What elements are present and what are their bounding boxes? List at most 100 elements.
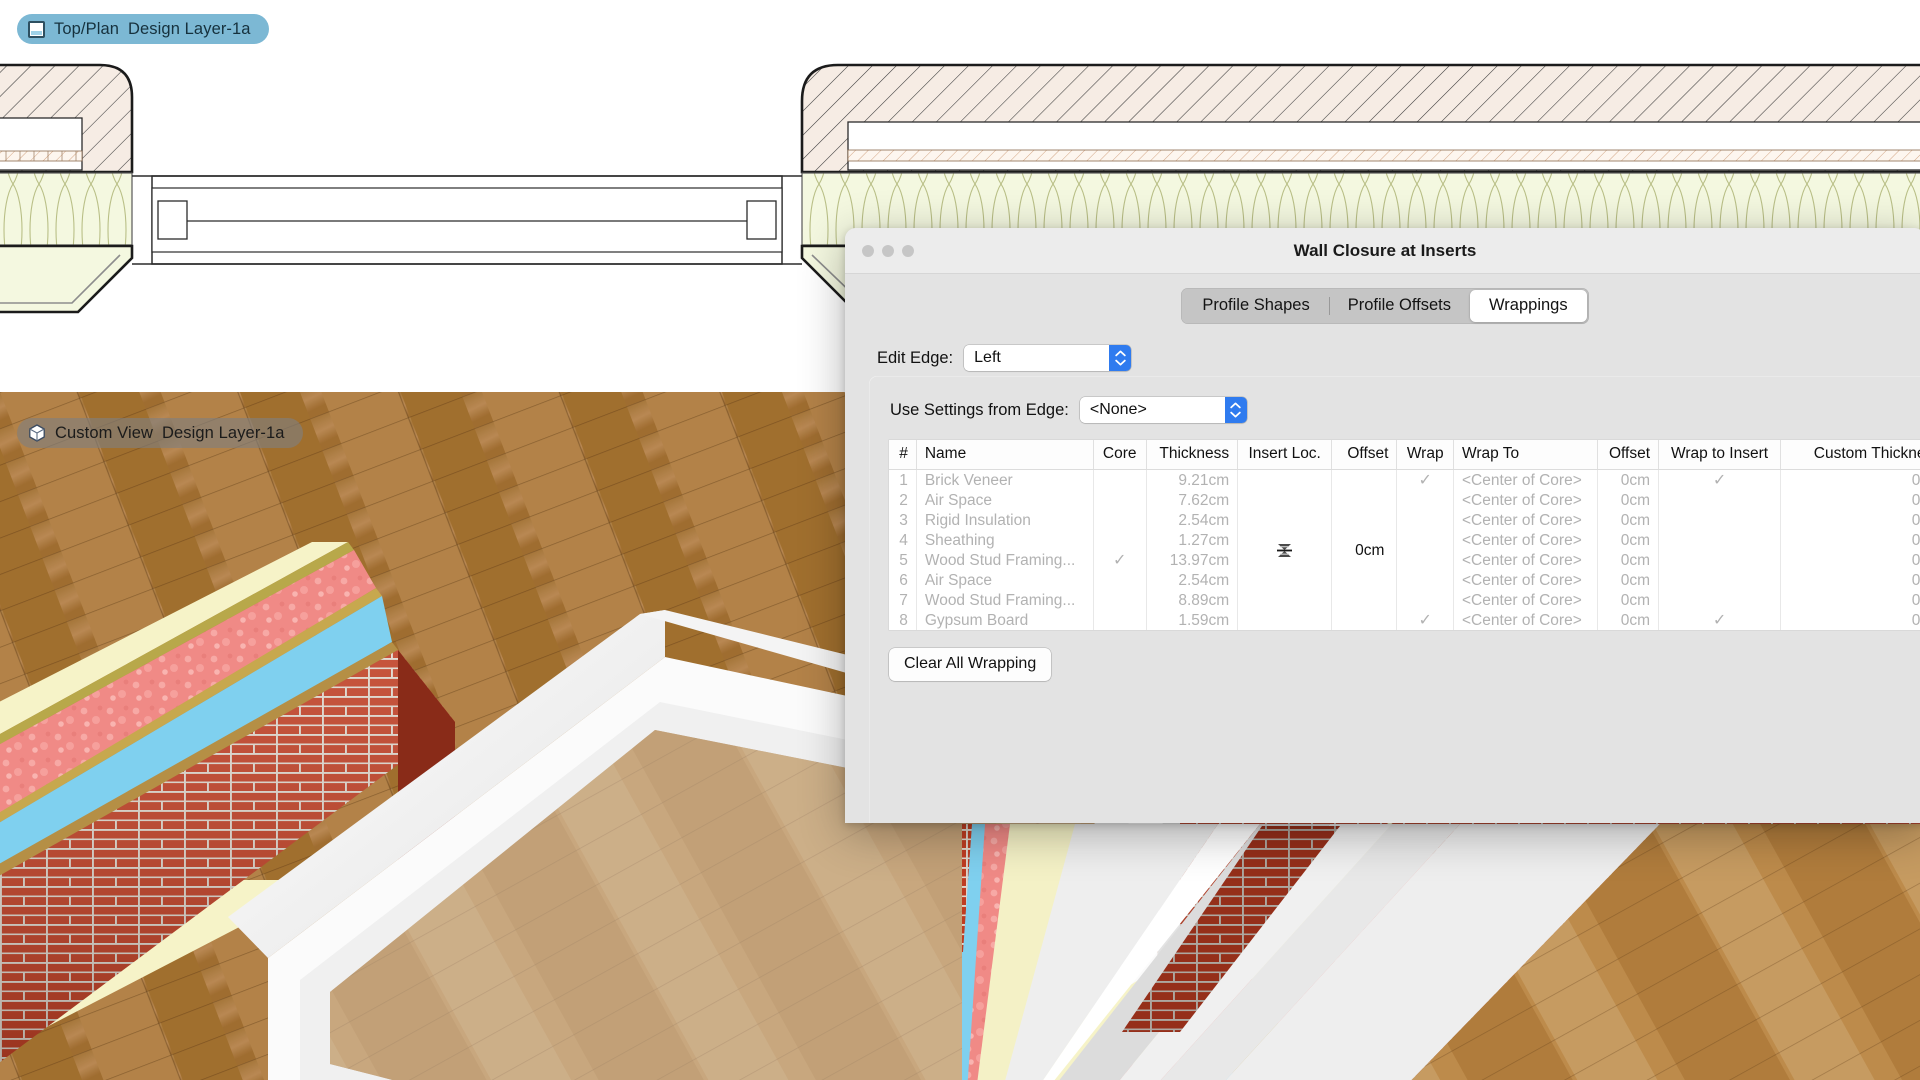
cell-core[interactable]: [1093, 490, 1147, 510]
cell-wrap-to-insert[interactable]: ✓: [1658, 610, 1782, 630]
cell-core[interactable]: [1093, 570, 1147, 590]
cell-thickness[interactable]: 13.97cm: [1146, 550, 1239, 570]
cell-custom-thickness[interactable]: 0cm: [1781, 530, 1920, 550]
col-thickness[interactable]: Thickness: [1146, 440, 1239, 470]
cell-wrap-to-insert[interactable]: [1658, 550, 1782, 570]
cell-thickness[interactable]: 1.59cm: [1146, 610, 1239, 630]
table-row[interactable]: 6 Air Space 2.54cm <Center of Core> 0cm …: [889, 570, 1920, 590]
cell-wrap[interactable]: [1396, 530, 1454, 550]
cell-wrap[interactable]: ✓: [1396, 469, 1454, 490]
edit-edge-value[interactable]: Left: [964, 345, 1110, 371]
col-core[interactable]: Core: [1093, 440, 1147, 470]
cell-core[interactable]: [1093, 610, 1147, 630]
col-offset-1[interactable]: Offset: [1331, 440, 1398, 470]
cell-name[interactable]: Sheathing: [916, 530, 1094, 550]
cell-custom-thickness[interactable]: 0cm: [1781, 570, 1920, 590]
dialog-titlebar[interactable]: Wall Closure at Inserts: [845, 228, 1920, 274]
cell-thickness[interactable]: 1.27cm: [1146, 530, 1239, 550]
cell-custom-thickness[interactable]: 0cm: [1781, 510, 1920, 530]
col-custom-thickness[interactable]: Custom Thickness: [1780, 440, 1920, 470]
cell-name[interactable]: Wood Stud Framing...: [916, 550, 1094, 570]
cell-offset-2[interactable]: 0cm: [1597, 610, 1660, 630]
cell-offset-2[interactable]: 0cm: [1597, 469, 1660, 490]
minimize-button[interactable]: [882, 244, 894, 257]
cell-wrap-to[interactable]: <Center of Core>: [1453, 610, 1598, 630]
cell-wrap[interactable]: ✓: [1396, 610, 1454, 630]
cell-wrap-to-insert[interactable]: [1658, 490, 1782, 510]
cell-name[interactable]: Gypsum Board: [916, 610, 1094, 630]
edit-edge-stepper-arrows[interactable]: [1109, 345, 1132, 371]
cell-offset-2[interactable]: 0cm: [1597, 490, 1660, 510]
cell-wrap-to[interactable]: <Center of Core>: [1453, 469, 1598, 490]
maximize-button[interactable]: [902, 244, 914, 257]
cell-name[interactable]: Rigid Insulation: [916, 510, 1094, 530]
table-row[interactable]: 7 Wood Stud Framing... 8.89cm <Center of…: [889, 590, 1920, 610]
cell-wrap-to-insert[interactable]: [1658, 510, 1782, 530]
use-settings-from-edge-value[interactable]: <None>: [1079, 397, 1225, 423]
cell-custom-thickness[interactable]: 0cm: [1781, 610, 1920, 630]
cell-core[interactable]: [1093, 469, 1147, 490]
cell-offset-2[interactable]: 0cm: [1597, 550, 1660, 570]
cell-wrap[interactable]: [1396, 590, 1454, 610]
wrappings-table-container[interactable]: # Name Core Thickness Insert Loc. Offset…: [889, 440, 1920, 630]
cell-offset-1[interactable]: 0cm: [1331, 469, 1398, 630]
cell-custom-thickness[interactable]: 0cm: [1781, 590, 1920, 610]
cell-offset-2[interactable]: 0cm: [1597, 530, 1660, 550]
cell-name[interactable]: Brick Veneer: [916, 469, 1094, 490]
col-insert-loc[interactable]: Insert Loc.: [1237, 440, 1333, 470]
cell-thickness[interactable]: 9.21cm: [1146, 469, 1239, 490]
cell-wrap-to-insert[interactable]: [1658, 590, 1782, 610]
wall-closure-dialog[interactable]: Wall Closure at Inserts Profile Shapes P…: [845, 228, 1920, 823]
cell-thickness[interactable]: 7.62cm: [1146, 490, 1239, 510]
cell-custom-thickness[interactable]: 0cm: [1781, 550, 1920, 570]
cell-core[interactable]: [1093, 590, 1147, 610]
cell-wrap-to-insert[interactable]: [1658, 530, 1782, 550]
table-row[interactable]: 4 Sheathing 1.27cm <Center of Core> 0cm …: [889, 530, 1920, 550]
cell-wrap[interactable]: [1396, 570, 1454, 590]
col-name[interactable]: Name: [916, 440, 1094, 470]
cell-name[interactable]: Air Space: [916, 570, 1094, 590]
cell-wrap[interactable]: [1396, 490, 1454, 510]
cell-wrap-to[interactable]: <Center of Core>: [1453, 530, 1598, 550]
window-controls[interactable]: [862, 244, 914, 257]
cell-offset-2[interactable]: 0cm: [1597, 510, 1660, 530]
cell-name[interactable]: Wood Stud Framing...: [916, 590, 1094, 610]
tab-profile-shapes[interactable]: Profile Shapes: [1183, 290, 1328, 322]
col-wrap-to-insert[interactable]: Wrap to Insert: [1658, 440, 1782, 470]
table-row[interactable]: 2 Air Space 7.62cm <Center of Core> 0cm …: [889, 490, 1920, 510]
cell-custom-thickness[interactable]: 0cm: [1781, 490, 1920, 510]
table-row[interactable]: 3 Rigid Insulation 2.54cm <Center of Cor…: [889, 510, 1920, 530]
cell-wrap-to-insert[interactable]: ✓: [1658, 469, 1782, 490]
cell-offset-2[interactable]: 0cm: [1597, 590, 1660, 610]
col-wrap-to[interactable]: Wrap To: [1453, 440, 1598, 470]
cell-thickness[interactable]: 2.54cm: [1146, 570, 1239, 590]
cell-wrap-to-insert[interactable]: [1658, 570, 1782, 590]
table-row[interactable]: 8 Gypsum Board 1.59cm ✓ <Center of Core>…: [889, 610, 1920, 630]
col-wrap[interactable]: Wrap: [1396, 440, 1454, 470]
cell-offset-2[interactable]: 0cm: [1597, 570, 1660, 590]
cell-wrap-to[interactable]: <Center of Core>: [1453, 510, 1598, 530]
cell-thickness[interactable]: 2.54cm: [1146, 510, 1239, 530]
use-settings-from-edge-stepper[interactable]: <None>: [1079, 397, 1247, 423]
table-row[interactable]: 5 Wood Stud Framing... ✓ 13.97cm <Center…: [889, 550, 1920, 570]
col-offset-2[interactable]: Offset: [1597, 440, 1660, 470]
cell-core[interactable]: [1093, 510, 1147, 530]
clear-all-wrapping-button[interactable]: Clear All Wrapping: [889, 648, 1052, 681]
plan-viewport-label[interactable]: Top/Plan Design Layer-1a: [17, 14, 269, 44]
cell-core[interactable]: [1093, 530, 1147, 550]
tab-profile-offsets[interactable]: Profile Offsets: [1328, 290, 1470, 322]
cell-wrap-to[interactable]: <Center of Core>: [1453, 550, 1598, 570]
cell-wrap-to[interactable]: <Center of Core>: [1453, 570, 1598, 590]
cell-wrap[interactable]: [1396, 550, 1454, 570]
table-row[interactable]: 1 Brick Veneer 9.21cm 0cm ✓ <Center of C…: [889, 469, 1920, 630]
close-button[interactable]: [862, 244, 874, 257]
tab-wrappings[interactable]: Wrappings: [1470, 290, 1587, 322]
cell-name[interactable]: Air Space: [916, 490, 1094, 510]
col-number[interactable]: #: [889, 440, 917, 470]
cell-thickness[interactable]: 8.89cm: [1146, 590, 1239, 610]
render-viewport-label[interactable]: Custom View Design Layer-1a: [17, 418, 303, 448]
use-settings-stepper-arrows[interactable]: [1224, 397, 1247, 423]
cell-wrap[interactable]: [1396, 510, 1454, 530]
cell-wrap-to[interactable]: <Center of Core>: [1453, 590, 1598, 610]
cell-wrap-to[interactable]: <Center of Core>: [1453, 490, 1598, 510]
